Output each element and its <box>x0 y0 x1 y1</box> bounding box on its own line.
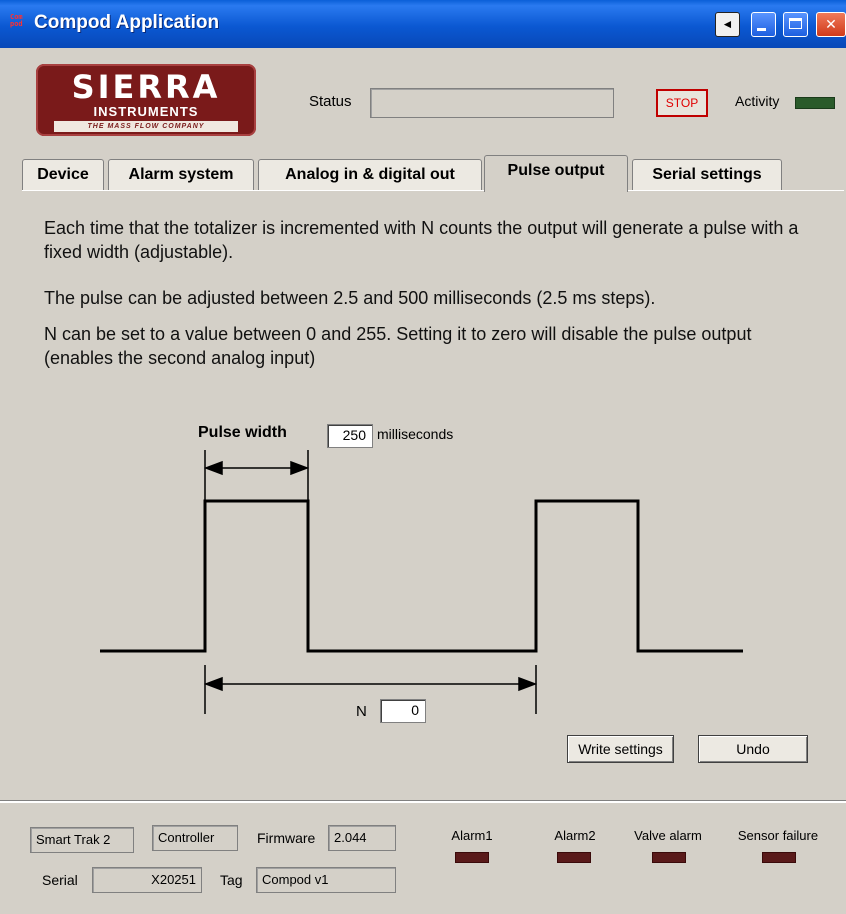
pulse-width-input[interactable]: 250 <box>327 424 373 448</box>
logo-subtitle: INSTRUMENTS <box>93 104 199 119</box>
alarm2-label: Alarm2 <box>554 828 596 843</box>
tab-bar: Device Alarm system Analog in & digital … <box>22 155 822 192</box>
n-label: N <box>356 703 367 720</box>
footer-divider <box>0 800 846 803</box>
status-label: Status <box>309 93 352 110</box>
status-field <box>370 88 614 118</box>
tab-analog-in-digital-out[interactable]: Analog in & digital out <box>258 159 482 191</box>
minimize-icon <box>757 28 766 31</box>
valve-alarm-led <box>652 852 686 863</box>
pulse-output-panel <box>22 190 844 786</box>
logo-tagline: THE MASS FLOW COMPANY <box>54 121 238 132</box>
logo-wordmark: SIERRA <box>71 68 221 106</box>
close-button[interactable]: ✕ <box>816 12 846 37</box>
sensor-failure-led <box>762 852 796 863</box>
back-button[interactable]: ◄ <box>715 12 740 37</box>
maximize-icon <box>789 18 802 29</box>
tag-label: Tag <box>220 872 243 888</box>
n-input[interactable]: 0 <box>380 699 426 723</box>
description-n-range: N can be set to a value between 0 and 25… <box>44 324 752 368</box>
serial-field: X20251 <box>92 867 202 893</box>
tab-device[interactable]: Device <box>22 159 104 191</box>
mode-field: Controller <box>152 825 238 851</box>
write-settings-button[interactable]: Write settings <box>567 735 674 763</box>
sierra-logo: SIERRA INSTRUMENTS THE MASS FLOW COMPANY <box>36 64 256 136</box>
serial-label: Serial <box>42 872 78 888</box>
app-window: Com pod Compod Application ◄ ✕ SIERRA IN… <box>0 0 846 914</box>
alarm1-label: Alarm1 <box>451 828 493 843</box>
description-totalizer: Each time that the totalizer is incremen… <box>44 218 799 262</box>
valve-alarm-label: Valve alarm <box>634 828 702 843</box>
pulse-width-label: Pulse width <box>198 424 287 441</box>
tag-field: Compod v1 <box>256 867 396 893</box>
description-pulse-range: The pulse can be adjusted between 2.5 an… <box>44 288 656 308</box>
stop-button[interactable]: STOP <box>656 89 708 117</box>
tab-alarm-system[interactable]: Alarm system <box>108 159 254 191</box>
sensor-failure-label: Sensor failure <box>737 828 819 843</box>
tab-pulse-output[interactable]: Pulse output <box>484 155 628 192</box>
firmware-label: Firmware <box>257 830 316 846</box>
alarm2-led <box>557 852 591 863</box>
activity-led <box>795 97 835 109</box>
firmware-field: 2.044 <box>328 825 396 851</box>
activity-label: Activity <box>735 93 780 109</box>
tab-serial-settings[interactable]: Serial settings <box>632 159 782 191</box>
undo-button[interactable]: Undo <box>698 735 808 763</box>
alarm1-led <box>455 852 489 863</box>
window-title: Compod Application <box>34 12 220 33</box>
app-icon: Com pod <box>10 13 23 28</box>
minimize-button[interactable] <box>751 12 776 37</box>
title-bar[interactable]: Com pod Compod Application ◄ ✕ <box>0 0 846 48</box>
milliseconds-label: milliseconds <box>377 426 454 442</box>
model-field: Smart Trak 2 <box>30 827 134 853</box>
maximize-button[interactable] <box>783 12 808 37</box>
